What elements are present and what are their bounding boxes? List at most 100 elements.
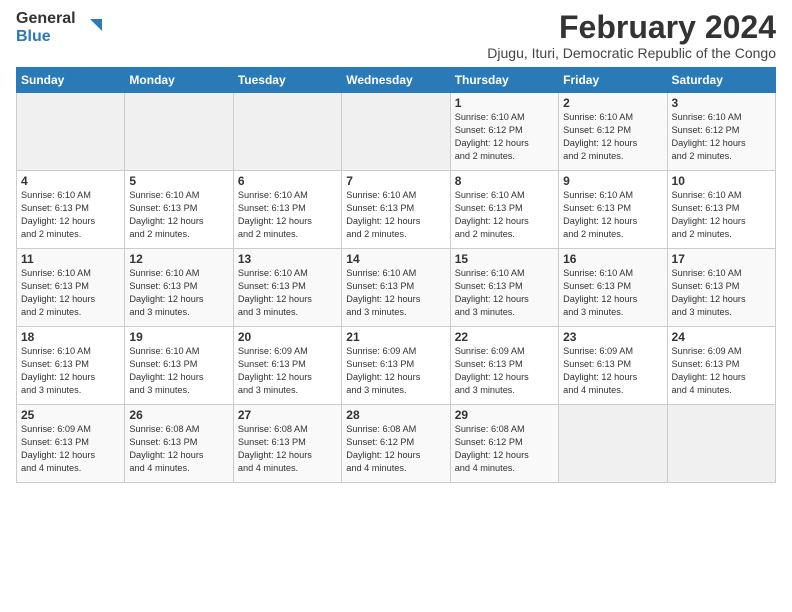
day-cell: 22Sunrise: 6:09 AM Sunset: 6:13 PM Dayli… [450,327,558,405]
day-number: 19 [129,330,228,344]
col-header-sunday: Sunday [17,68,125,93]
day-detail: Sunrise: 6:09 AM Sunset: 6:13 PM Dayligh… [21,423,120,475]
day-number: 17 [672,252,771,266]
day-number: 15 [455,252,554,266]
day-number: 18 [21,330,120,344]
day-cell: 5Sunrise: 6:10 AM Sunset: 6:13 PM Daylig… [125,171,233,249]
day-number: 7 [346,174,445,188]
day-cell: 10Sunrise: 6:10 AM Sunset: 6:13 PM Dayli… [667,171,775,249]
day-number: 29 [455,408,554,422]
day-cell: 13Sunrise: 6:10 AM Sunset: 6:13 PM Dayli… [233,249,341,327]
day-number: 20 [238,330,337,344]
day-detail: Sunrise: 6:10 AM Sunset: 6:13 PM Dayligh… [672,189,771,241]
day-number: 2 [563,96,662,110]
day-cell: 12Sunrise: 6:10 AM Sunset: 6:13 PM Dayli… [125,249,233,327]
week-row-1: 1Sunrise: 6:10 AM Sunset: 6:12 PM Daylig… [17,93,776,171]
day-detail: Sunrise: 6:10 AM Sunset: 6:13 PM Dayligh… [129,189,228,241]
day-detail: Sunrise: 6:10 AM Sunset: 6:13 PM Dayligh… [346,267,445,319]
day-detail: Sunrise: 6:08 AM Sunset: 6:13 PM Dayligh… [129,423,228,475]
day-cell: 29Sunrise: 6:08 AM Sunset: 6:12 PM Dayli… [450,405,558,483]
day-cell: 21Sunrise: 6:09 AM Sunset: 6:13 PM Dayli… [342,327,450,405]
day-detail: Sunrise: 6:10 AM Sunset: 6:13 PM Dayligh… [346,189,445,241]
day-cell: 23Sunrise: 6:09 AM Sunset: 6:13 PM Dayli… [559,327,667,405]
header-row: SundayMondayTuesdayWednesdayThursdayFrid… [17,68,776,93]
day-detail: Sunrise: 6:09 AM Sunset: 6:13 PM Dayligh… [563,345,662,397]
title-block: February 2024 Djugu, Ituri, Democratic R… [487,10,776,61]
day-cell: 14Sunrise: 6:10 AM Sunset: 6:13 PM Dayli… [342,249,450,327]
col-header-friday: Friday [559,68,667,93]
day-cell: 16Sunrise: 6:10 AM Sunset: 6:13 PM Dayli… [559,249,667,327]
day-cell: 26Sunrise: 6:08 AM Sunset: 6:13 PM Dayli… [125,405,233,483]
day-number: 26 [129,408,228,422]
day-cell: 19Sunrise: 6:10 AM Sunset: 6:13 PM Dayli… [125,327,233,405]
day-detail: Sunrise: 6:10 AM Sunset: 6:13 PM Dayligh… [455,189,554,241]
week-row-5: 25Sunrise: 6:09 AM Sunset: 6:13 PM Dayli… [17,405,776,483]
day-cell: 6Sunrise: 6:10 AM Sunset: 6:13 PM Daylig… [233,171,341,249]
logo: General Blue [16,10,102,45]
day-cell [233,93,341,171]
day-number: 11 [21,252,120,266]
day-number: 24 [672,330,771,344]
day-detail: Sunrise: 6:10 AM Sunset: 6:13 PM Dayligh… [21,267,120,319]
day-cell [17,93,125,171]
day-number: 27 [238,408,337,422]
day-number: 10 [672,174,771,188]
day-cell: 9Sunrise: 6:10 AM Sunset: 6:13 PM Daylig… [559,171,667,249]
day-detail: Sunrise: 6:09 AM Sunset: 6:13 PM Dayligh… [672,345,771,397]
day-number: 21 [346,330,445,344]
day-cell: 17Sunrise: 6:10 AM Sunset: 6:13 PM Dayli… [667,249,775,327]
header: General Blue February 2024 Djugu, Ituri,… [16,10,776,61]
day-detail: Sunrise: 6:09 AM Sunset: 6:13 PM Dayligh… [455,345,554,397]
day-detail: Sunrise: 6:10 AM Sunset: 6:13 PM Dayligh… [129,267,228,319]
day-cell: 11Sunrise: 6:10 AM Sunset: 6:13 PM Dayli… [17,249,125,327]
main-title: February 2024 [487,10,776,45]
day-number: 25 [21,408,120,422]
day-detail: Sunrise: 6:10 AM Sunset: 6:13 PM Dayligh… [129,345,228,397]
day-number: 3 [672,96,771,110]
day-cell: 24Sunrise: 6:09 AM Sunset: 6:13 PM Dayli… [667,327,775,405]
day-detail: Sunrise: 6:10 AM Sunset: 6:13 PM Dayligh… [563,267,662,319]
col-header-wednesday: Wednesday [342,68,450,93]
week-row-3: 11Sunrise: 6:10 AM Sunset: 6:13 PM Dayli… [17,249,776,327]
day-cell: 27Sunrise: 6:08 AM Sunset: 6:13 PM Dayli… [233,405,341,483]
day-cell [667,405,775,483]
day-number: 4 [21,174,120,188]
day-detail: Sunrise: 6:08 AM Sunset: 6:12 PM Dayligh… [455,423,554,475]
day-detail: Sunrise: 6:08 AM Sunset: 6:12 PM Dayligh… [346,423,445,475]
col-header-thursday: Thursday [450,68,558,93]
week-row-2: 4Sunrise: 6:10 AM Sunset: 6:13 PM Daylig… [17,171,776,249]
day-cell: 2Sunrise: 6:10 AM Sunset: 6:12 PM Daylig… [559,93,667,171]
logo-arrow-icon [80,17,102,39]
day-number: 8 [455,174,554,188]
day-detail: Sunrise: 6:10 AM Sunset: 6:13 PM Dayligh… [238,189,337,241]
day-detail: Sunrise: 6:09 AM Sunset: 6:13 PM Dayligh… [346,345,445,397]
day-detail: Sunrise: 6:10 AM Sunset: 6:13 PM Dayligh… [455,267,554,319]
day-detail: Sunrise: 6:10 AM Sunset: 6:13 PM Dayligh… [21,345,120,397]
day-number: 13 [238,252,337,266]
day-detail: Sunrise: 6:10 AM Sunset: 6:12 PM Dayligh… [563,111,662,163]
day-cell: 28Sunrise: 6:08 AM Sunset: 6:12 PM Dayli… [342,405,450,483]
day-cell: 3Sunrise: 6:10 AM Sunset: 6:12 PM Daylig… [667,93,775,171]
col-header-saturday: Saturday [667,68,775,93]
day-number: 16 [563,252,662,266]
day-cell [559,405,667,483]
col-header-monday: Monday [125,68,233,93]
day-cell: 4Sunrise: 6:10 AM Sunset: 6:13 PM Daylig… [17,171,125,249]
day-number: 5 [129,174,228,188]
subtitle: Djugu, Ituri, Democratic Republic of the… [487,45,776,61]
calendar-table: SundayMondayTuesdayWednesdayThursdayFrid… [16,67,776,483]
day-number: 23 [563,330,662,344]
day-cell: 15Sunrise: 6:10 AM Sunset: 6:13 PM Dayli… [450,249,558,327]
day-cell [125,93,233,171]
day-detail: Sunrise: 6:10 AM Sunset: 6:13 PM Dayligh… [21,189,120,241]
logo-blue: Blue [16,28,76,46]
col-header-tuesday: Tuesday [233,68,341,93]
week-row-4: 18Sunrise: 6:10 AM Sunset: 6:13 PM Dayli… [17,327,776,405]
day-number: 28 [346,408,445,422]
day-detail: Sunrise: 6:10 AM Sunset: 6:13 PM Dayligh… [563,189,662,241]
day-cell: 18Sunrise: 6:10 AM Sunset: 6:13 PM Dayli… [17,327,125,405]
day-detail: Sunrise: 6:10 AM Sunset: 6:13 PM Dayligh… [238,267,337,319]
day-cell: 8Sunrise: 6:10 AM Sunset: 6:13 PM Daylig… [450,171,558,249]
day-number: 6 [238,174,337,188]
day-detail: Sunrise: 6:10 AM Sunset: 6:12 PM Dayligh… [455,111,554,163]
